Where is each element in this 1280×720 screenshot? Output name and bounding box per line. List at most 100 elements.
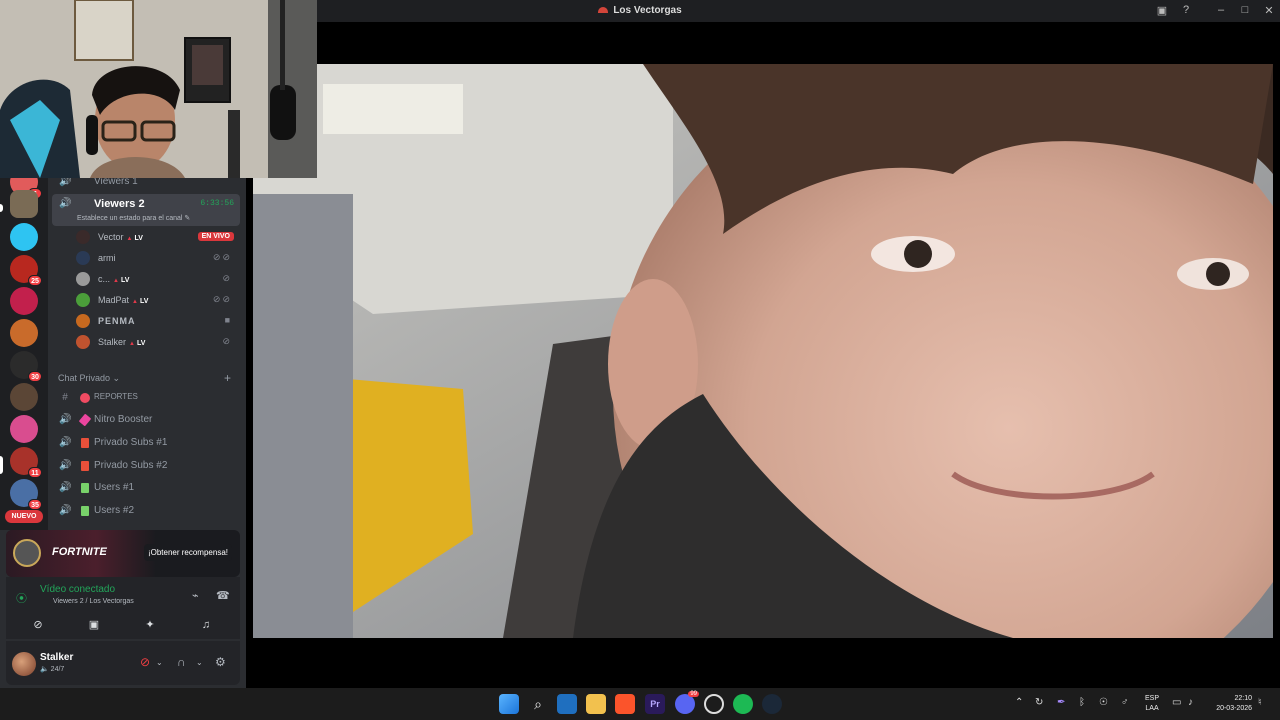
steam-icon[interactable] bbox=[762, 694, 782, 714]
feather-icon[interactable]: ✒ bbox=[1057, 697, 1065, 708]
noise-suppression-icon[interactable]: ⌁ bbox=[192, 589, 199, 602]
voice-connection-panel: ⦿ Vídeo conectado Viewers 2 / Los Vector… bbox=[6, 577, 240, 639]
voice-location[interactable]: Viewers 2 / Los Vectorgas bbox=[53, 598, 134, 605]
channel-status-hint[interactable]: Establece un estado para el canal ✎ bbox=[77, 214, 190, 222]
chevron-down-icon[interactable]: ⌄ bbox=[156, 658, 163, 667]
voice-channel-users-2[interactable]: 🔊 Users #2 bbox=[52, 501, 240, 521]
language-indicator[interactable]: ESP LAA bbox=[1145, 694, 1159, 714]
close-button[interactable]: ✕ bbox=[1262, 4, 1276, 17]
voice-channel-viewers-1[interactable]: 🔊 Viewers 1 bbox=[52, 178, 240, 192]
speaker-icon: 🔊 bbox=[59, 482, 72, 493]
server-icon[interactable] bbox=[10, 415, 38, 443]
user-status: 🔈 24/7 bbox=[40, 666, 65, 673]
server-icon-active[interactable] bbox=[10, 190, 38, 218]
pencil-icon: ✎ bbox=[184, 215, 191, 222]
picture-in-picture-icon[interactable]: ▣ bbox=[1155, 4, 1169, 17]
server-icon[interactable] bbox=[10, 223, 38, 251]
premiere-pro-icon[interactable]: Pr bbox=[645, 694, 665, 714]
voice-channel-privado-subs-1[interactable]: 🔊 Privado Subs #1 bbox=[52, 433, 240, 453]
settings-gear-icon[interactable]: ⚙ bbox=[215, 655, 226, 669]
bluetooth-icon[interactable]: ᛒ bbox=[1079, 697, 1085, 708]
mic-muted-icon[interactable]: ⊘ bbox=[140, 655, 150, 669]
avatar[interactable] bbox=[12, 652, 36, 676]
hash-icon: # bbox=[62, 392, 68, 403]
maximize-button[interactable]: □ bbox=[1238, 4, 1252, 16]
brave-browser-icon[interactable] bbox=[615, 694, 635, 714]
minimize-button[interactable]: – bbox=[1214, 4, 1228, 16]
promo-game-title: FORTNITE bbox=[52, 546, 107, 558]
voice-participant[interactable]: VectorLV EN VIVO bbox=[76, 228, 238, 248]
claim-reward-button[interactable]: ¡Obtener recompensa! bbox=[143, 544, 232, 561]
discord-icon[interactable]: 99 bbox=[675, 691, 699, 714]
voice-channel-nitro-booster[interactable]: 🔊 Nitro Booster bbox=[52, 410, 240, 430]
webcam-feed bbox=[0, 0, 317, 178]
voice-participant[interactable]: armi ⊘⊘ bbox=[76, 249, 238, 269]
server-icon[interactable] bbox=[10, 319, 38, 347]
webcam-overlay bbox=[0, 0, 317, 178]
steam-tray-icon[interactable]: ☉ bbox=[1099, 697, 1108, 708]
speaker-icon: 🔊 bbox=[59, 437, 72, 448]
user-panel: Stalker 🔈 24/7 ⊘ ⌄ ∩ ⌄ ⚙ bbox=[6, 641, 240, 685]
avatar bbox=[76, 335, 90, 349]
channel-emoji-icon bbox=[80, 393, 90, 403]
windows-start-icon[interactable] bbox=[499, 694, 519, 714]
server-icon[interactable]: 11 bbox=[10, 447, 42, 478]
avatar bbox=[76, 272, 90, 286]
red-square-icon bbox=[81, 438, 89, 448]
help-icon[interactable]: ? bbox=[1179, 4, 1193, 16]
file-explorer-icon[interactable] bbox=[586, 694, 606, 714]
sync-icon[interactable]: ↻ bbox=[1035, 697, 1043, 708]
username: Stalker bbox=[40, 652, 74, 663]
signal-icon[interactable]: ⦿ bbox=[16, 590, 27, 606]
server-icon[interactable] bbox=[10, 287, 38, 315]
screen-share-icon: ▣ bbox=[88, 619, 100, 631]
quest-promo-banner[interactable]: FORTNITE ¡Obtener recompensa! bbox=[6, 530, 240, 577]
voice-participant[interactable]: StalkerLV ⊘ bbox=[76, 333, 238, 353]
muted-deafened-icon: ⊘⊘ bbox=[212, 252, 232, 262]
disconnect-icon[interactable]: ☎ bbox=[216, 589, 230, 602]
server-selected-pill bbox=[0, 456, 3, 474]
volume-icon[interactable]: ♪ bbox=[1188, 697, 1193, 708]
screen-share-button[interactable]: ▣ bbox=[68, 615, 120, 635]
server-icon[interactable]: 25 bbox=[10, 255, 42, 286]
chevron-down-icon[interactable]: ⌄ bbox=[196, 658, 203, 667]
soundboard-icon: ♫ bbox=[201, 619, 211, 631]
live-badge: EN VIVO bbox=[197, 232, 234, 241]
spotify-icon[interactable] bbox=[733, 694, 753, 714]
server-icon[interactable] bbox=[10, 383, 38, 411]
system-clock[interactable]: 22:10 20-03-2026 bbox=[1206, 694, 1252, 714]
search-icon[interactable]: ⌕ bbox=[528, 694, 548, 714]
voice-channel-users-1[interactable]: 🔊 Users #1 bbox=[52, 478, 240, 498]
speaker-icon: 🔊 bbox=[59, 414, 72, 425]
camera-icon: ■ bbox=[224, 315, 232, 325]
speaker-icon: 🔊 bbox=[59, 460, 72, 471]
server-icon[interactable]: 30 bbox=[10, 351, 42, 382]
activities-button[interactable]: ✦ bbox=[124, 615, 176, 635]
voice-channel-privado-subs-2[interactable]: 🔊 Privado Subs #2 bbox=[52, 456, 240, 476]
obs-icon[interactable] bbox=[704, 694, 724, 714]
voice-participant[interactable]: MadPatLV ⊘⊘ bbox=[76, 291, 238, 311]
channel-list: 🔊 Viewers 1 🔊 Viewers 2 6:33:56 Establec… bbox=[48, 178, 246, 530]
text-channel-reportes[interactable]: # REPORTES bbox=[52, 388, 240, 408]
green-square-icon bbox=[81, 506, 89, 516]
category-chat-privado[interactable]: Chat Privado ⌄ + bbox=[58, 371, 231, 385]
chevron-up-icon[interactable]: ⌃ bbox=[1015, 697, 1023, 708]
voice-participant[interactable]: PENMA ■ bbox=[76, 312, 238, 332]
server-icon[interactable]: 35 bbox=[10, 479, 42, 510]
call-timer: 6:33:56 bbox=[200, 199, 234, 208]
voice-channel-viewers-2[interactable]: 🔊 Viewers 2 6:33:56 Establece un estado … bbox=[52, 194, 240, 226]
soundboard-button[interactable]: ♫ bbox=[180, 615, 232, 635]
stream-video[interactable] bbox=[253, 64, 1273, 638]
voice-participant[interactable]: c...LV ⊘ bbox=[76, 270, 238, 290]
muted-deafened-icon: ⊘⊘ bbox=[212, 294, 232, 304]
voice-status[interactable]: Vídeo conectado bbox=[40, 584, 115, 595]
green-square-icon bbox=[81, 483, 89, 493]
muted-icon: ⊘ bbox=[222, 336, 232, 346]
add-channel-icon[interactable]: + bbox=[224, 371, 231, 385]
network-icon[interactable]: ▭ bbox=[1172, 697, 1181, 708]
microphone-icon[interactable]: ♂ bbox=[1121, 697, 1129, 708]
photos-app-icon[interactable] bbox=[557, 694, 577, 714]
headphones-icon[interactable]: ∩ bbox=[177, 655, 186, 669]
notification-bell-icon[interactable]: ♮ bbox=[1258, 697, 1262, 708]
camera-toggle-button[interactable]: ⊘ bbox=[12, 615, 64, 635]
